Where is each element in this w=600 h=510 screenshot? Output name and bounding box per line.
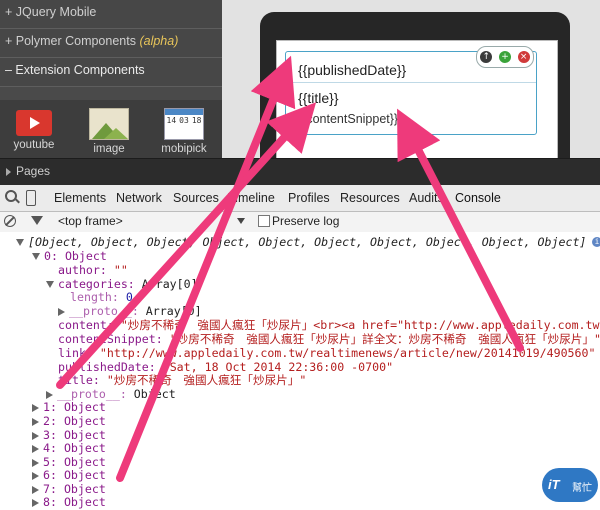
tab-audits[interactable]: Audits xyxy=(409,191,444,205)
delete-icon[interactable]: × xyxy=(517,51,530,63)
tab-network[interactable]: Network xyxy=(116,191,162,205)
component-mobipick[interactable]: 14 03 18 mobipick xyxy=(152,106,216,155)
category-jquery-mobile[interactable]: + JQuery Mobile xyxy=(0,0,222,29)
property-row: link: "http://www.appledaily.com.tw/real… xyxy=(58,346,596,360)
property-row: content: "炒房不稀奇 強國人瘋狂「炒尿片」<br><a href="h… xyxy=(58,318,600,332)
category-polymer[interactable]: + Polymer Components (alpha) xyxy=(0,29,222,58)
collapse-triangle-icon[interactable] xyxy=(46,390,53,399)
card-controls: ↑ + × xyxy=(476,46,534,68)
property-row: contentSnippet: "炒房不稀奇 強國人瘋狂「炒尿片」詳全文：炒房不… xyxy=(58,332,600,346)
logo-text: iT xyxy=(548,477,560,492)
ithome-logo: iT 幫忙 xyxy=(542,468,598,502)
add-icon[interactable]: + xyxy=(498,51,511,63)
calendar-icon: 14 03 18 xyxy=(164,108,204,140)
console-output: [Object, Object, Object, Object, Object,… xyxy=(0,232,600,509)
feed-card[interactable]: {{publishedDate}} {{title}} {{contentSni… xyxy=(285,46,537,135)
device-mode-icon[interactable] xyxy=(26,190,36,206)
component-youtube[interactable]: youtube xyxy=(2,106,66,151)
filter-icon[interactable] xyxy=(31,216,43,225)
logo-subtext: 幫忙 xyxy=(572,483,592,494)
component-icon-row: youtube image 14 03 18 mobipick xyxy=(0,100,222,158)
collapse-triangle-icon[interactable] xyxy=(32,417,39,426)
preserve-log-checkbox[interactable] xyxy=(258,215,270,227)
object-row[interactable]: 1: Object xyxy=(32,400,106,415)
collapse-triangle-icon[interactable] xyxy=(32,485,39,494)
dropdown-arrow-icon[interactable] xyxy=(237,218,245,224)
property-row: length: 0 xyxy=(70,290,133,304)
published-date-binding[interactable]: {{publishedDate}} xyxy=(298,62,406,78)
collapse-triangle-icon[interactable] xyxy=(32,431,39,440)
component-palette: + JQuery Mobile + Polymer Components (al… xyxy=(0,0,222,158)
property-row[interactable]: __proto__: Array[0] xyxy=(58,304,202,319)
tab-timeline[interactable]: Timeline xyxy=(228,191,275,205)
youtube-icon xyxy=(16,110,52,136)
console-toolbar: <top frame> Preserve log xyxy=(0,212,600,233)
component-label: mobipick xyxy=(161,143,207,155)
object-row[interactable]: 0: Object xyxy=(32,249,107,264)
object-row[interactable]: 6: Object xyxy=(32,468,106,483)
content-snippet-binding[interactable]: {{contentSnippet}} xyxy=(298,112,398,126)
property-row: author: "" xyxy=(58,263,128,277)
title-binding[interactable]: {{title}} xyxy=(298,90,339,106)
expand-triangle-icon[interactable] xyxy=(46,281,54,288)
category-extension[interactable]: – Extension Components xyxy=(0,58,222,87)
tablet-frame: {{publishedDate}} {{title}} {{contentSni… xyxy=(260,12,570,182)
pages-label: Pages xyxy=(16,164,51,178)
tab-profiles[interactable]: Profiles xyxy=(288,191,330,205)
pages-panel-header[interactable]: Pages xyxy=(0,158,600,186)
object-row[interactable]: 8: Object xyxy=(32,495,106,510)
clear-console-icon[interactable] xyxy=(4,215,16,227)
component-label: image xyxy=(93,143,125,155)
collapse-triangle-icon[interactable] xyxy=(32,403,39,412)
category-label: + Polymer Components xyxy=(5,34,136,48)
tab-sources[interactable]: Sources xyxy=(173,191,219,205)
preserve-log-label: Preserve log xyxy=(272,214,340,228)
collapse-triangle-icon[interactable] xyxy=(32,498,39,507)
collapse-triangle-icon[interactable] xyxy=(58,307,65,316)
component-image[interactable]: image xyxy=(77,106,141,155)
expand-triangle-icon[interactable] xyxy=(16,239,24,246)
frame-selector[interactable]: <top frame> xyxy=(58,214,123,228)
object-row[interactable]: 2: Object xyxy=(32,414,106,429)
collapse-triangle-icon[interactable] xyxy=(32,444,39,453)
expand-triangle-icon xyxy=(6,168,11,176)
category-label: + JQuery Mobile xyxy=(5,5,97,19)
property-row: title: "炒房不稀奇 強國人瘋狂「炒尿片」" xyxy=(58,373,307,387)
tab-console[interactable]: Console xyxy=(455,191,501,205)
component-label: youtube xyxy=(13,139,55,151)
design-canvas: {{publishedDate}} {{title}} {{contentSni… xyxy=(222,0,600,182)
category-suffix: (alpha) xyxy=(139,34,179,48)
image-icon xyxy=(89,108,129,140)
tab-resources[interactable]: Resources xyxy=(340,191,400,205)
array-summary-row[interactable]: [Object, Object, Object, Object, Object,… xyxy=(16,235,586,250)
category-label: – Extension Components xyxy=(5,63,145,77)
devtools-tab-bar: Elements Network Sources Timeline Profil… xyxy=(0,185,600,212)
expand-triangle-icon[interactable] xyxy=(32,253,40,260)
object-row[interactable]: 4: Object xyxy=(32,441,106,456)
inspect-search-icon[interactable] xyxy=(5,190,17,202)
info-icon: i xyxy=(592,237,600,247)
tab-elements[interactable]: Elements xyxy=(54,191,106,205)
collapse-triangle-icon[interactable] xyxy=(32,471,39,480)
designer-area: + JQuery Mobile + Polymer Components (al… xyxy=(0,0,600,186)
move-up-icon[interactable]: ↑ xyxy=(480,51,493,63)
collapse-triangle-icon[interactable] xyxy=(32,458,39,467)
